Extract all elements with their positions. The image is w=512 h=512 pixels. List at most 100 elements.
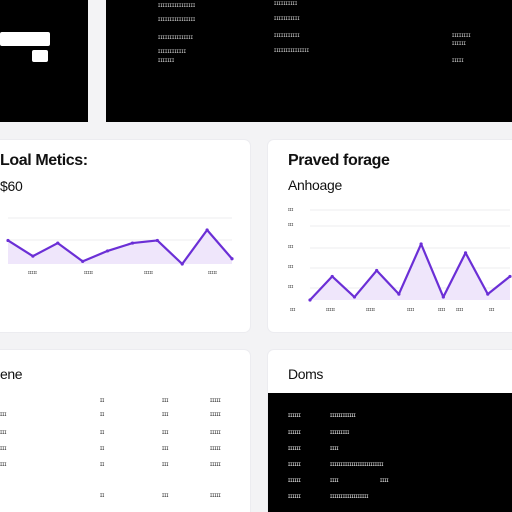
top-row-c2: ɪɪɪɪɪɪɪɪɪɪɪ	[274, 33, 300, 39]
table-cell: ɪɪɪ	[0, 430, 7, 436]
top-right-panel: ɪɪɪɪɪɪɪɪɪɪɪɪɪɪɪɪ ɪɪɪɪɪɪɪɪɪɪɪɪɪɪɪɪ ɪɪɪɪɪɪ…	[106, 0, 512, 122]
data-point	[56, 241, 60, 245]
table-cell: ɪɪɪ	[162, 462, 169, 468]
table-cell: ɪɪɪ	[162, 430, 169, 436]
data-point	[130, 241, 135, 245]
y-tick: ɪɪɪ	[288, 284, 294, 290]
table-cell: ɪɪɪɪɪ	[210, 398, 221, 404]
data-point	[205, 228, 209, 232]
table-cell: ɪɪɪɪɪɪ	[288, 462, 301, 468]
table-row[interactable]: ɪɪɪ ɪɪ ɪɪɪ ɪɪɪɪɪ	[0, 462, 250, 476]
x-tick: ɪɪɪɪɪ	[326, 307, 335, 313]
load-metrics-chart	[6, 217, 234, 266]
table-cell: ɪɪɪ	[162, 412, 169, 418]
table-cell: ɪɪɪɪɪɪ	[288, 430, 301, 436]
table-cell: ɪɪɪ	[0, 462, 7, 468]
table-row[interactable]: ɪɪ ɪɪɪ ɪɪɪɪɪ	[0, 398, 250, 412]
data-point	[463, 251, 468, 255]
table-cell: ɪɪ	[100, 398, 105, 404]
top-row-c1: ɪɪɪɪɪɪɪɪɪɪɪɪɪɪɪɪ	[158, 3, 196, 9]
filter-button[interactable]	[32, 50, 48, 62]
x-tick: ɪɪɪ	[489, 307, 495, 313]
data-point	[31, 254, 35, 258]
table-cell: ɪɪɪɪ	[380, 478, 389, 484]
y-tick: ɪɪɪ	[288, 222, 294, 228]
table-cell: ɪɪɪɪɪɪ	[288, 494, 301, 500]
data-point	[419, 242, 423, 246]
top-row-c1: ɪɪɪɪɪɪɪ	[158, 58, 175, 64]
table-cell: ɪɪɪɪɪɪɪɪɪ	[330, 430, 350, 436]
x-tick: ɪɪɪɪɪ	[366, 307, 375, 313]
table-cell: ɪɪ	[100, 493, 105, 499]
table-row[interactable]: ɪɪɪ ɪɪ ɪɪɪ ɪɪɪɪɪ	[0, 412, 250, 426]
table-cell: ɪɪɪɪ	[330, 478, 339, 484]
table-row[interactable]: ɪɪɪɪɪɪ ɪɪɪɪɪɪɪɪɪɪɪɪɪɪɪɪɪɪ	[268, 494, 512, 506]
x-tick: ɪɪɪɪ	[407, 307, 415, 313]
table-cell: ɪɪɪɪɪɪ	[288, 413, 301, 419]
table-cell: ɪɪ	[100, 412, 105, 418]
x-tick: ɪɪɪɪɪ	[84, 270, 93, 276]
table-cell: ɪɪɪ	[162, 398, 169, 404]
x-tick: ɪɪɪɪ	[438, 307, 446, 313]
data-point	[352, 295, 357, 299]
card-title: ene	[0, 366, 23, 382]
table-cell: ɪɪ	[100, 430, 105, 436]
table-row[interactable]: ɪɪɪ ɪɪ ɪɪɪ ɪɪɪɪɪ	[0, 430, 250, 444]
x-tick: ɪɪɪ	[290, 307, 296, 313]
paved-storage-chart	[308, 209, 512, 302]
top-row-c1: ɪɪɪɪɪɪɪɪɪɪɪɪɪɪɪ	[158, 35, 194, 41]
load-metrics-card: Loal Metics: $60 ɪɪɪɪɪ ɪɪɪɪɪ ɪɪɪɪɪ ɪɪɪɪɪ	[0, 140, 250, 332]
table-cell: ɪɪɪɪɪɪɪɪɪɪɪɪɪɪɪɪɪɪ	[330, 494, 369, 500]
card-title: Doms	[288, 366, 323, 382]
table-cell: ɪɪɪɪɪ	[210, 430, 221, 436]
top-row-c3: ɪɪɪɪɪɪɪɪ	[452, 33, 471, 39]
table-row[interactable]: ɪɪɪɪɪɪ ɪɪɪɪ ɪɪɪɪ	[268, 478, 512, 490]
data-point	[155, 238, 159, 243]
top-row-c1: ɪɪɪɪɪɪɪɪɪɪɪɪ	[158, 49, 187, 55]
data-point	[330, 274, 334, 279]
table-row[interactable]: ɪɪɪ ɪɪ ɪɪɪ ɪɪɪɪɪ	[0, 446, 250, 460]
table-cell: ɪɪɪɪɪ	[210, 446, 221, 452]
data-point	[486, 292, 490, 296]
top-row-c3: ɪɪɪɪɪɪ	[452, 41, 467, 47]
table-cell: ɪɪɪ	[0, 446, 7, 452]
table-cell: ɪɪɪɪ	[330, 446, 339, 452]
top-row-c2: ɪɪɪɪɪɪɪɪɪɪ	[274, 1, 298, 7]
data-point	[230, 257, 234, 261]
data-point	[375, 268, 379, 273]
table-cell: ɪɪɪɪɪɪ	[288, 446, 301, 452]
y-tick: ɪɪɪ	[288, 207, 294, 213]
panel-divider	[88, 0, 106, 122]
table-cell: ɪɪɪɪɪɪɪɪɪɪɪɪɪɪɪɪɪɪɪɪɪɪɪɪɪ	[330, 462, 384, 468]
y-tick: ɪɪɪ	[288, 244, 294, 250]
y-tick: ɪɪɪ	[288, 264, 294, 270]
table-row[interactable]: ɪɪɪɪɪɪ ɪɪɪɪɪɪɪɪɪ	[268, 430, 512, 442]
table-row[interactable]: ɪɪɪɪɪɪ ɪɪɪɪ	[268, 446, 512, 458]
data-point	[81, 259, 85, 263]
data-point	[6, 238, 10, 243]
table-card: ene ɪɪ ɪɪɪ ɪɪɪɪɪ ɪɪɪ ɪɪ ɪɪɪ ɪɪɪɪɪ ɪɪɪ ɪɪ…	[0, 350, 250, 512]
x-tick: ɪɪɪɪɪ	[208, 270, 217, 276]
table-cell: ɪɪɪɪɪɪ	[288, 478, 301, 484]
table-row[interactable]: ɪɪ ɪɪɪ ɪɪɪɪɪ	[0, 493, 250, 507]
data-point	[397, 292, 401, 296]
top-row-c1: ɪɪɪɪɪɪɪɪɪɪɪɪɪɪɪɪ	[158, 17, 196, 23]
table-cell: ɪɪ	[100, 446, 105, 452]
data-point	[180, 262, 184, 266]
data-point	[508, 274, 512, 279]
table-cell: ɪɪɪ	[162, 446, 169, 452]
table-cell: ɪɪɪɪɪɪɪɪɪɪɪɪ	[330, 413, 356, 419]
data-point	[308, 298, 312, 302]
table-row[interactable]: ɪɪɪɪɪɪ ɪɪɪɪɪɪɪɪɪɪɪɪɪɪɪɪɪɪɪɪɪɪɪɪɪ	[268, 462, 512, 474]
table-cell: ɪɪɪɪɪ	[210, 412, 221, 418]
filter-input[interactable]	[0, 32, 50, 46]
table-cell: ɪɪɪɪɪ	[210, 493, 221, 499]
table-row[interactable]: ɪɪɪɪɪɪ ɪɪɪɪɪɪɪɪɪɪɪɪ	[268, 413, 512, 425]
table-cell: ɪɪ	[100, 462, 105, 468]
table-cell: ɪɪɪ	[0, 412, 7, 418]
top-row-c2: ɪɪɪɪɪɪɪɪɪɪɪ	[274, 16, 300, 22]
x-tick: ɪɪɪɪɪ	[28, 270, 37, 276]
x-tick: ɪɪɪɪɪ	[144, 270, 153, 276]
top-row-c2: ɪɪɪɪɪɪɪɪɪɪɪɪɪɪɪ	[274, 48, 310, 54]
doms-table: ɪɪɪɪɪɪ ɪɪɪɪɪɪɪɪɪɪɪɪ ɪɪɪɪɪɪ ɪɪɪɪɪɪɪɪɪ ɪɪɪ…	[268, 393, 512, 512]
